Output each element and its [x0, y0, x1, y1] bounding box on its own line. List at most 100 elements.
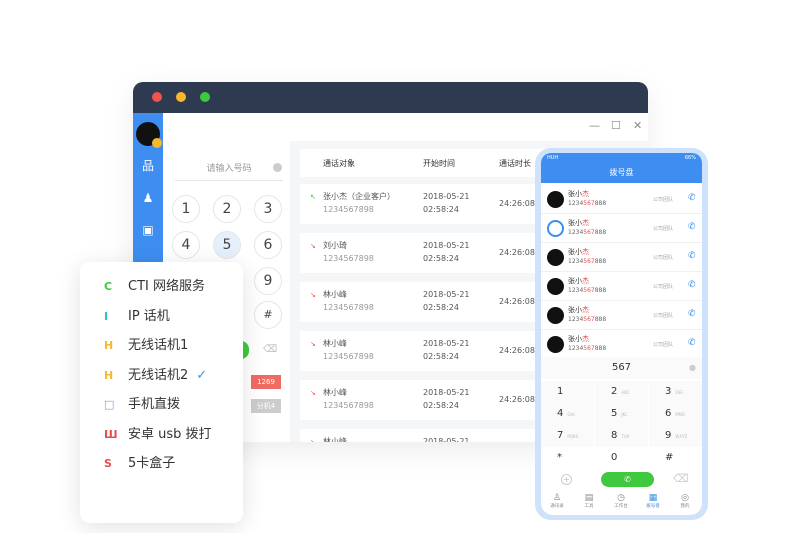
call-time: 02:58:24 [423, 205, 459, 214]
phone-call-icon[interactable]: ✆ [688, 309, 696, 319]
minimize-button[interactable]: — [589, 119, 600, 132]
carrier: HUH [547, 155, 559, 161]
phone-tab[interactable]: ◷ 工作台 [605, 493, 637, 509]
missed-call-icon: ↘ [310, 389, 316, 397]
close-button[interactable]: ✕ [633, 119, 642, 132]
contact-name: 刘小琦 [323, 241, 347, 250]
call-duration: 24:26:08 [499, 346, 535, 355]
phone-dial-key[interactable]: # [649, 447, 702, 469]
phone-dial-key[interactable]: 8 TUV [595, 425, 648, 447]
device-option[interactable]: H 无线话机2 ✓ [104, 366, 207, 386]
dial-key[interactable]: 2 [213, 195, 241, 223]
contact-avatar [547, 307, 564, 324]
contact-number: 1234567888 [568, 200, 607, 207]
call-duration: 24:26:08 [499, 199, 535, 208]
phone-header: HUH 66% 拨号盘 [541, 153, 702, 183]
contact-item[interactable]: 张小杰 1234567888 公司团队 ✆ [541, 272, 702, 301]
device-option[interactable]: C CTI 网络服务 [104, 277, 205, 297]
phone-dial-key[interactable]: 6 MNO [649, 403, 702, 425]
clear-icon[interactable] [273, 163, 282, 172]
contact-number: 1234567898 [323, 401, 374, 410]
phone-dial-key[interactable]: * [541, 447, 594, 469]
phone-tab[interactable]: ▤ 工具 [573, 493, 605, 509]
check-icon: ✓ [196, 367, 208, 383]
contact-number: 1234567888 [568, 229, 607, 236]
contact-item[interactable]: 张小杰 1234567888 公司团队 ✆ [541, 243, 702, 272]
phone-dial-key[interactable]: 1 [541, 381, 594, 403]
phone-call-button[interactable]: ✆ [601, 472, 654, 487]
device-option[interactable]: S 5卡盒子 [104, 454, 175, 474]
dial-key[interactable]: 1 [172, 195, 200, 223]
contacts-icon[interactable]: ♟ [141, 191, 155, 205]
table-row[interactable]: ↘ 林小峰 2018-05-21 [300, 429, 560, 442]
contact-name: 张小杰 [568, 219, 589, 227]
org-chart-icon[interactable]: 品 [141, 159, 155, 173]
dial-key[interactable]: 9 [254, 267, 282, 295]
call-date: 2018-05-21 [423, 241, 470, 250]
call-date: 2018-05-21 [423, 290, 470, 299]
phone-input-value: 567 [611, 362, 632, 373]
call-time: 02:58:24 [423, 303, 459, 312]
calendar-icon[interactable]: ▣ [141, 223, 155, 237]
contact-avatar [547, 191, 564, 208]
dial-key[interactable]: # [254, 301, 282, 329]
number-input[interactable]: 请输入号码 [175, 159, 283, 181]
table-row[interactable]: ↖ 张小杰（企业客户） 1234567898 2018-05-21 02:58:… [300, 184, 560, 224]
missed-call-icon: ↘ [310, 438, 316, 442]
phone-call-icon[interactable]: ✆ [688, 338, 696, 348]
table-row[interactable]: ↘ 林小峰 1234567898 2018-05-21 02:58:24 24:… [300, 282, 560, 322]
call-date: 2018-05-21 [423, 437, 470, 442]
contact-team: 公司团队 [653, 255, 674, 261]
phone-number-input[interactable]: 567 ● [541, 357, 702, 379]
backspace-icon[interactable]: ⌫ [263, 344, 277, 355]
contact-item[interactable]: 张小杰 1234567888 公司团队 ✆ [541, 330, 702, 359]
clear-icon[interactable]: ● [689, 357, 696, 379]
phone-dial-key[interactable]: 5 JKL [595, 403, 648, 425]
top-bar: — ☐ ✕ [163, 113, 648, 141]
close-dot[interactable] [152, 92, 162, 102]
table-row[interactable]: ↘ 刘小琦 1234567898 2018-05-21 02:58:24 24:… [300, 233, 560, 273]
phone-call-icon[interactable]: ✆ [688, 222, 696, 232]
contact-avatar [547, 220, 564, 237]
user-avatar[interactable] [136, 122, 162, 148]
contact-team: 公司团队 [653, 284, 674, 290]
minimize-dot[interactable] [176, 92, 186, 102]
phone-dial-key[interactable]: 2 ABC [595, 381, 648, 403]
phone-tab[interactable]: ▦ 拨号盘 [637, 493, 669, 509]
contact-item[interactable]: 张小杰 1234567888 公司团队 ✆ [541, 301, 702, 330]
phone-call-icon[interactable]: ✆ [688, 280, 696, 290]
device-option[interactable]: H 无线话机1 [104, 336, 188, 356]
contact-item[interactable]: 张小杰 1234567888 公司团队 ✆ [541, 214, 702, 243]
dial-key[interactable]: 3 [254, 195, 282, 223]
maximize-dot[interactable] [200, 92, 210, 102]
dial-key[interactable]: 4 [172, 231, 200, 259]
phone-dial-key[interactable]: 7 PQRS [541, 425, 594, 447]
missed-call-icon: ↘ [310, 291, 316, 299]
dial-key[interactable]: 6 [254, 231, 282, 259]
device-menu: C CTI 网络服务 I IP 话机 H 无线话机1 H 无线话机2 ✓ □ 手机直拨 Ш 安卓 usb… [80, 262, 243, 523]
phone-tab[interactable]: ◎ 我的 [669, 493, 701, 509]
extension-badge: 分机4 [251, 399, 281, 413]
table-row[interactable]: ↘ 林小峰 1234567898 2018-05-21 02:58:24 24:… [300, 331, 560, 371]
phone-dial-key[interactable]: 3 DEF [649, 381, 702, 403]
dial-key[interactable]: 5 [213, 231, 241, 259]
device-option[interactable]: Ш 安卓 usb 拨打 [104, 425, 212, 445]
device-type-icon: □ [104, 398, 115, 411]
tab-icon: ▤ [584, 493, 594, 503]
phone-call-icon[interactable]: ✆ [688, 193, 696, 203]
phone-dial-key[interactable]: 9 WXYZ [649, 425, 702, 447]
tab-icon: ◷ [617, 493, 625, 503]
phone-dial-key[interactable]: 0 [595, 447, 648, 469]
maximize-button[interactable]: ☐ [611, 119, 621, 132]
add-icon[interactable]: + [561, 474, 572, 485]
contact-number: 1234567898 [323, 352, 374, 361]
phone-dial-key[interactable]: 4 GHI [541, 403, 594, 425]
phone-call-icon[interactable]: ✆ [688, 251, 696, 261]
table-row[interactable]: ↘ 林小峰 1234567898 2018-05-21 02:58:24 24:… [300, 380, 560, 420]
phone-tab[interactable]: ♙ 通讯录 [541, 493, 573, 509]
backspace-icon[interactable]: ⌫ [673, 472, 689, 485]
device-option[interactable]: □ 手机直拨 [104, 395, 180, 415]
contact-number: 1234567888 [568, 316, 607, 323]
device-option[interactable]: I IP 话机 [104, 307, 170, 327]
contact-item[interactable]: 张小杰 1234567888 公司团队 ✆ [541, 185, 702, 214]
